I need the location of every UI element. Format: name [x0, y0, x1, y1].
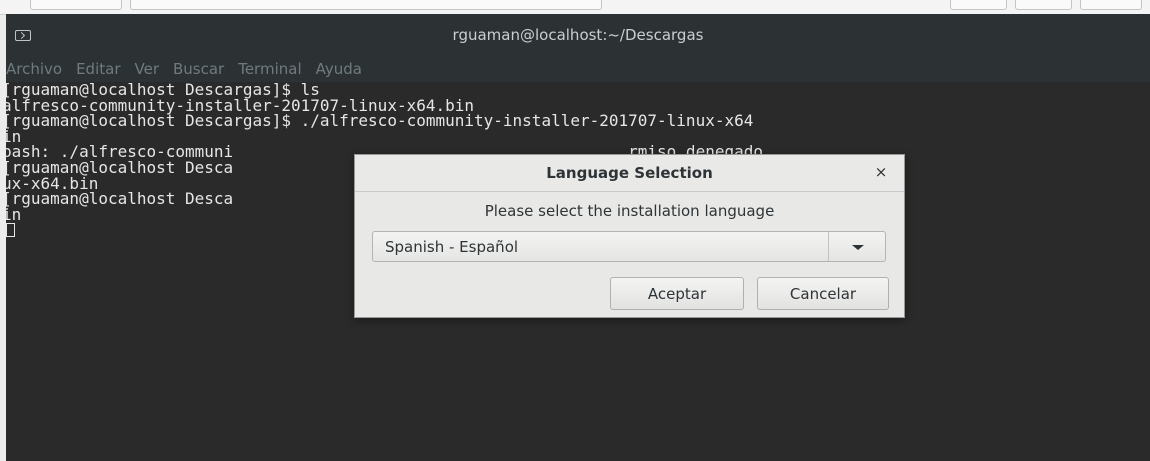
dropdown-button[interactable]	[829, 232, 885, 261]
background-tab	[30, 0, 122, 10]
dialog-header[interactable]: Language Selection ×	[355, 155, 904, 192]
selected-language: Spanish - Español	[385, 238, 519, 256]
language-select[interactable]: Spanish - Español	[372, 231, 886, 262]
window-title: rguaman@localhost:~/Descargas	[452, 25, 704, 44]
text-cursor	[6, 223, 15, 238]
chevron-down-icon	[852, 245, 864, 250]
cancel-button[interactable]: Cancelar	[757, 277, 889, 310]
background-window-strip	[0, 0, 1150, 15]
menu-buscar[interactable]: Buscar	[173, 60, 224, 78]
menu-bar: Archivo Editar Ver Buscar Terminal Ayuda	[6, 55, 1150, 82]
terminal-icon	[15, 30, 31, 41]
menu-terminal[interactable]: Terminal	[238, 60, 301, 78]
background-address-bar	[130, 0, 602, 10]
dialog-prompt: Please select the installation language	[484, 202, 775, 220]
dialog-title: Language Selection	[546, 164, 713, 182]
menu-editar[interactable]: Editar	[76, 60, 120, 78]
language-selection-dialog: Language Selection × Please select the i…	[354, 154, 905, 318]
accept-button[interactable]: Aceptar	[610, 277, 744, 310]
background-button	[1080, 0, 1142, 10]
terminal-line: [rguaman@localhost Descargas]$ ./alfresc…	[6, 111, 754, 131]
menu-ver[interactable]: Ver	[135, 60, 160, 78]
terminal-titlebar[interactable]: rguaman@localhost:~/Descargas	[6, 14, 1150, 55]
close-icon[interactable]: ×	[872, 163, 890, 181]
background-button	[1015, 0, 1072, 10]
menu-archivo[interactable]: Archivo	[6, 60, 62, 78]
background-button	[950, 0, 1007, 10]
menu-ayuda[interactable]: Ayuda	[316, 60, 362, 78]
